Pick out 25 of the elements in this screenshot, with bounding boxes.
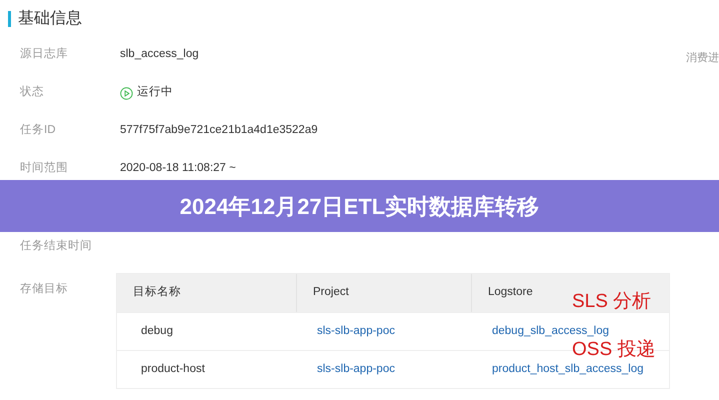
field-label: 时间范围 — [19, 160, 69, 176]
table-link[interactable]: debug_slb_access_log — [492, 322, 610, 340]
play-icon — [120, 86, 133, 100]
field-label: 存储目标 — [19, 282, 69, 297]
title-accent-bar — [8, 11, 11, 27]
status-text: 运行中 — [137, 84, 173, 100]
section-title: 基础信息 — [18, 8, 82, 29]
field-label: 状态 — [19, 84, 45, 100]
field-value: 577f75f7ab9e721ce21b1a4d1e3522a9 — [120, 123, 318, 138]
column-header: Project — [296, 274, 471, 312]
banner-title: 2024年12月27日ETL实时数据库转移 — [180, 192, 540, 220]
field-label: 任务ID — [19, 122, 56, 138]
column-header: 目标名称 — [132, 284, 182, 300]
annotation-text: SLS 分析 — [572, 292, 652, 311]
table-cell-text: product-host — [141, 362, 205, 377]
field-value: slb_access_log — [120, 47, 199, 62]
annotation-text: OSS 投递 — [572, 340, 656, 359]
table-link[interactable]: product_host_slb_access_log — [492, 360, 644, 378]
field-value: 2020-08-18 11:08:27 ~ — [120, 161, 236, 176]
table-link[interactable]: sls-slb-app-poc — [317, 360, 395, 378]
field-label: 任务结束时间 — [19, 238, 93, 254]
table-link[interactable]: sls-slb-app-poc — [317, 322, 395, 340]
field-label: 源日志库 — [19, 46, 69, 62]
column-label: 消费进 — [686, 51, 719, 66]
table-cell-text: debug — [141, 324, 173, 339]
